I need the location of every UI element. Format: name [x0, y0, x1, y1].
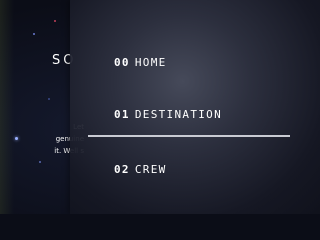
page: SO Let genuine it. Well s 00HOME 01DESTI…	[0, 0, 320, 214]
mobile-nav-panel: 00 HOME 01 DESTINATION 02 CREW	[70, 0, 320, 214]
nav-item-number: 00	[114, 56, 130, 69]
star	[33, 33, 35, 35]
background-edge	[0, 0, 14, 214]
star	[15, 137, 18, 140]
nav-item-label: CREW	[134, 163, 167, 176]
star	[48, 98, 50, 100]
nav-item-label: DESTINATION	[134, 108, 223, 121]
nav-item-number: 02	[114, 163, 130, 176]
star	[39, 161, 41, 163]
nav-item-label: HOME	[134, 56, 167, 69]
nav-item-home[interactable]: 00 HOME	[114, 56, 167, 69]
star	[54, 20, 56, 22]
nav-item-destination[interactable]: 01 DESTINATION	[114, 108, 222, 121]
nav-item-crew[interactable]: 02 CREW	[114, 163, 167, 176]
active-indicator	[88, 135, 290, 137]
nav-item-number: 01	[114, 108, 130, 121]
